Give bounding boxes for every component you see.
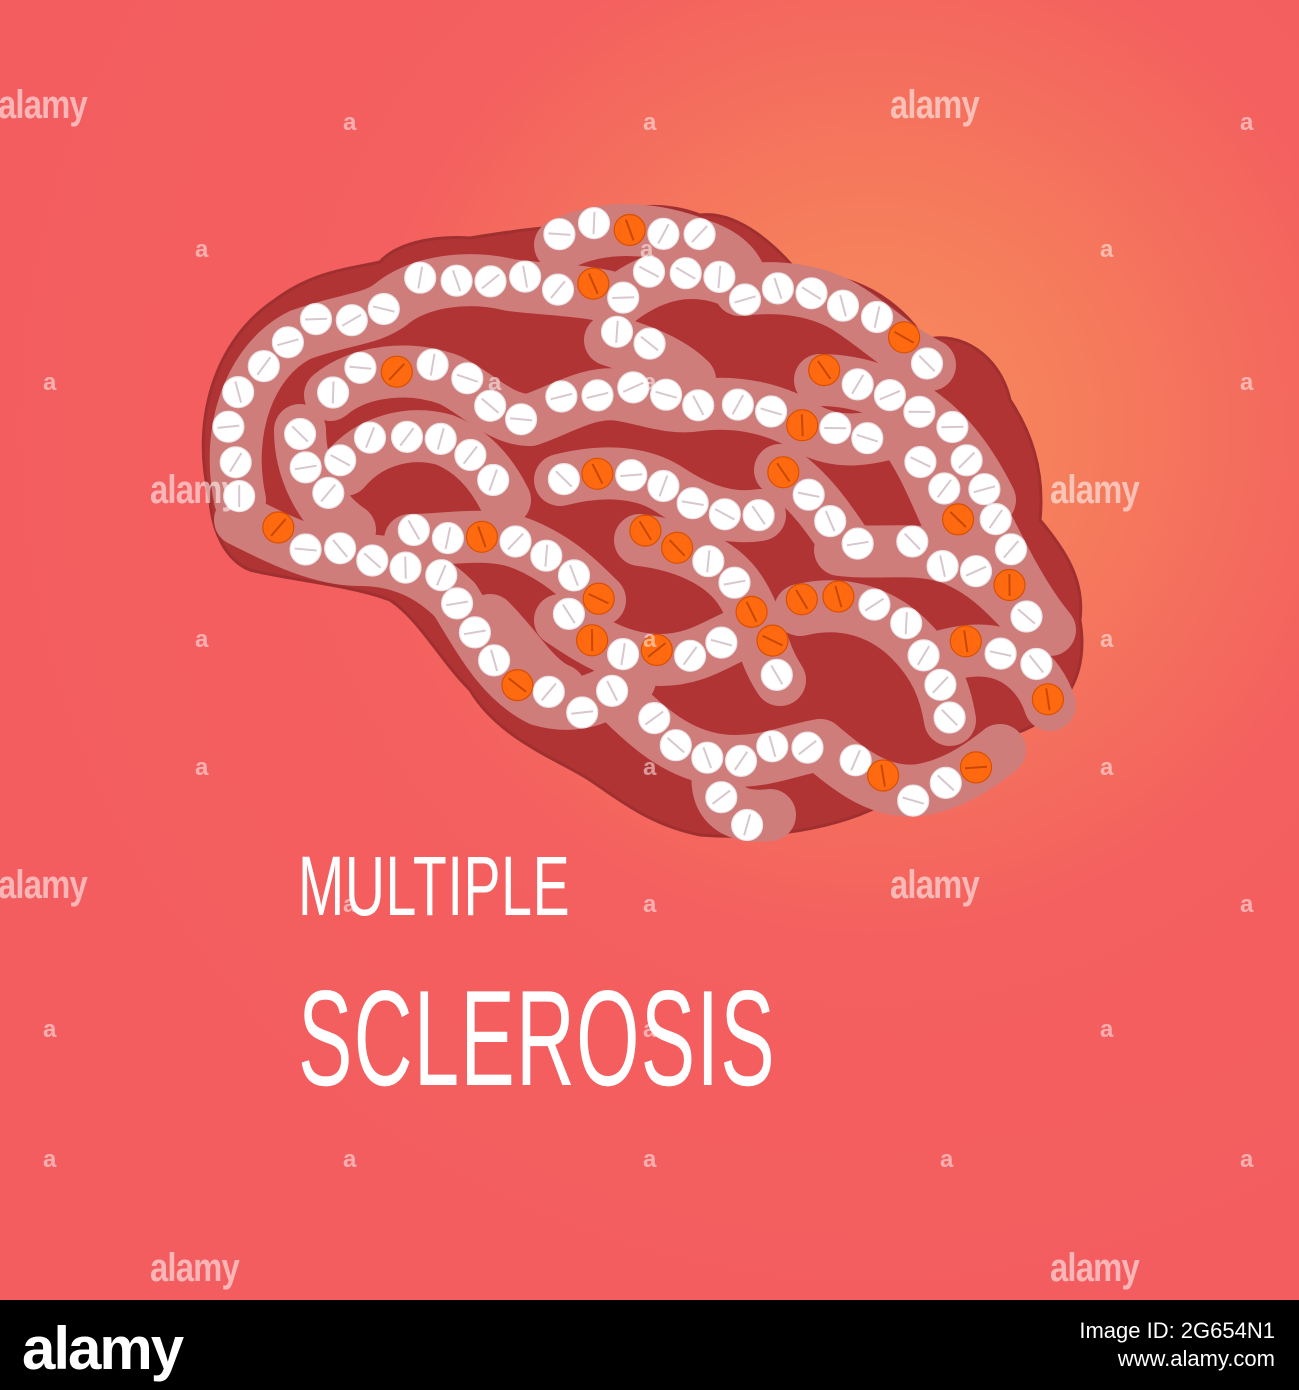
image-id-text: Image ID: 2G654N1 (1079, 1318, 1275, 1343)
watermark-glyph: a (43, 1146, 57, 1173)
watermark-glyph: a (1100, 626, 1114, 653)
watermark-glyph: a (1240, 1146, 1254, 1173)
poster-canvas: MULTIPLE SCLEROSIS alamy alamy alamy alamy a… (0, 0, 1299, 1300)
watermark-glyph: a (343, 1146, 357, 1173)
watermark-glyph: a (643, 1146, 657, 1173)
watermark-glyph: a (1100, 1016, 1114, 1043)
watermark-text: alamy (890, 83, 980, 127)
pill-score-line (304, 317, 328, 321)
watermark-glyph: a (643, 369, 657, 396)
watermark-text: alamy (0, 83, 88, 127)
watermark-text: alamy (0, 863, 88, 907)
watermark-text: alamy (890, 863, 980, 907)
watermark-glyph: a (1240, 369, 1254, 396)
alamy-logo: alamy (22, 1315, 184, 1382)
watermark-glyph: a (640, 236, 654, 263)
watermark-glyph: a (643, 1016, 657, 1043)
watermark-glyph: a (643, 626, 657, 653)
pill-score-line (331, 381, 335, 404)
pill-score-line (612, 296, 635, 299)
title-multiple: MULTIPLE (298, 839, 571, 933)
watermark-text: alamy (1050, 1246, 1140, 1290)
footer-bar: alamy Image ID: 2G654N1 www.alamy.com (0, 1300, 1299, 1390)
watermark-glyph: a (1240, 891, 1254, 918)
watermark-glyph: a (1100, 754, 1114, 781)
footer-url: www.alamy.com (1117, 1346, 1275, 1371)
watermark-glyph: a (43, 1016, 57, 1043)
watermark-glyph: a (488, 369, 502, 396)
watermark-glyph: a (643, 891, 657, 918)
watermark-glyph: a (195, 236, 209, 263)
watermark-glyph: a (1100, 236, 1114, 263)
watermark-glyph: a (195, 626, 209, 653)
image-id-block: Image ID: 2G654N1 www.alamy.com (1079, 1317, 1275, 1373)
watermark-glyph: a (195, 754, 209, 781)
pill-score-line (404, 556, 407, 579)
watermark-glyph: a (343, 891, 357, 918)
pill-score-line (904, 612, 908, 635)
watermark-glyph: a (43, 369, 57, 396)
pill-score-line (592, 212, 596, 235)
pill-score-line (800, 414, 804, 437)
watermark-text: alamy (150, 468, 240, 512)
watermark-glyph: a (940, 1146, 954, 1173)
watermark-glyph: a (643, 754, 657, 781)
watermark-text: alamy (1050, 468, 1140, 512)
title-sclerosis: SCLEROSIS (298, 962, 776, 1114)
watermark-text: alamy (150, 1246, 240, 1290)
watermark-glyph: a (643, 109, 657, 136)
watermark-glyph: a (1240, 109, 1254, 136)
watermark-glyph: a (343, 109, 357, 136)
